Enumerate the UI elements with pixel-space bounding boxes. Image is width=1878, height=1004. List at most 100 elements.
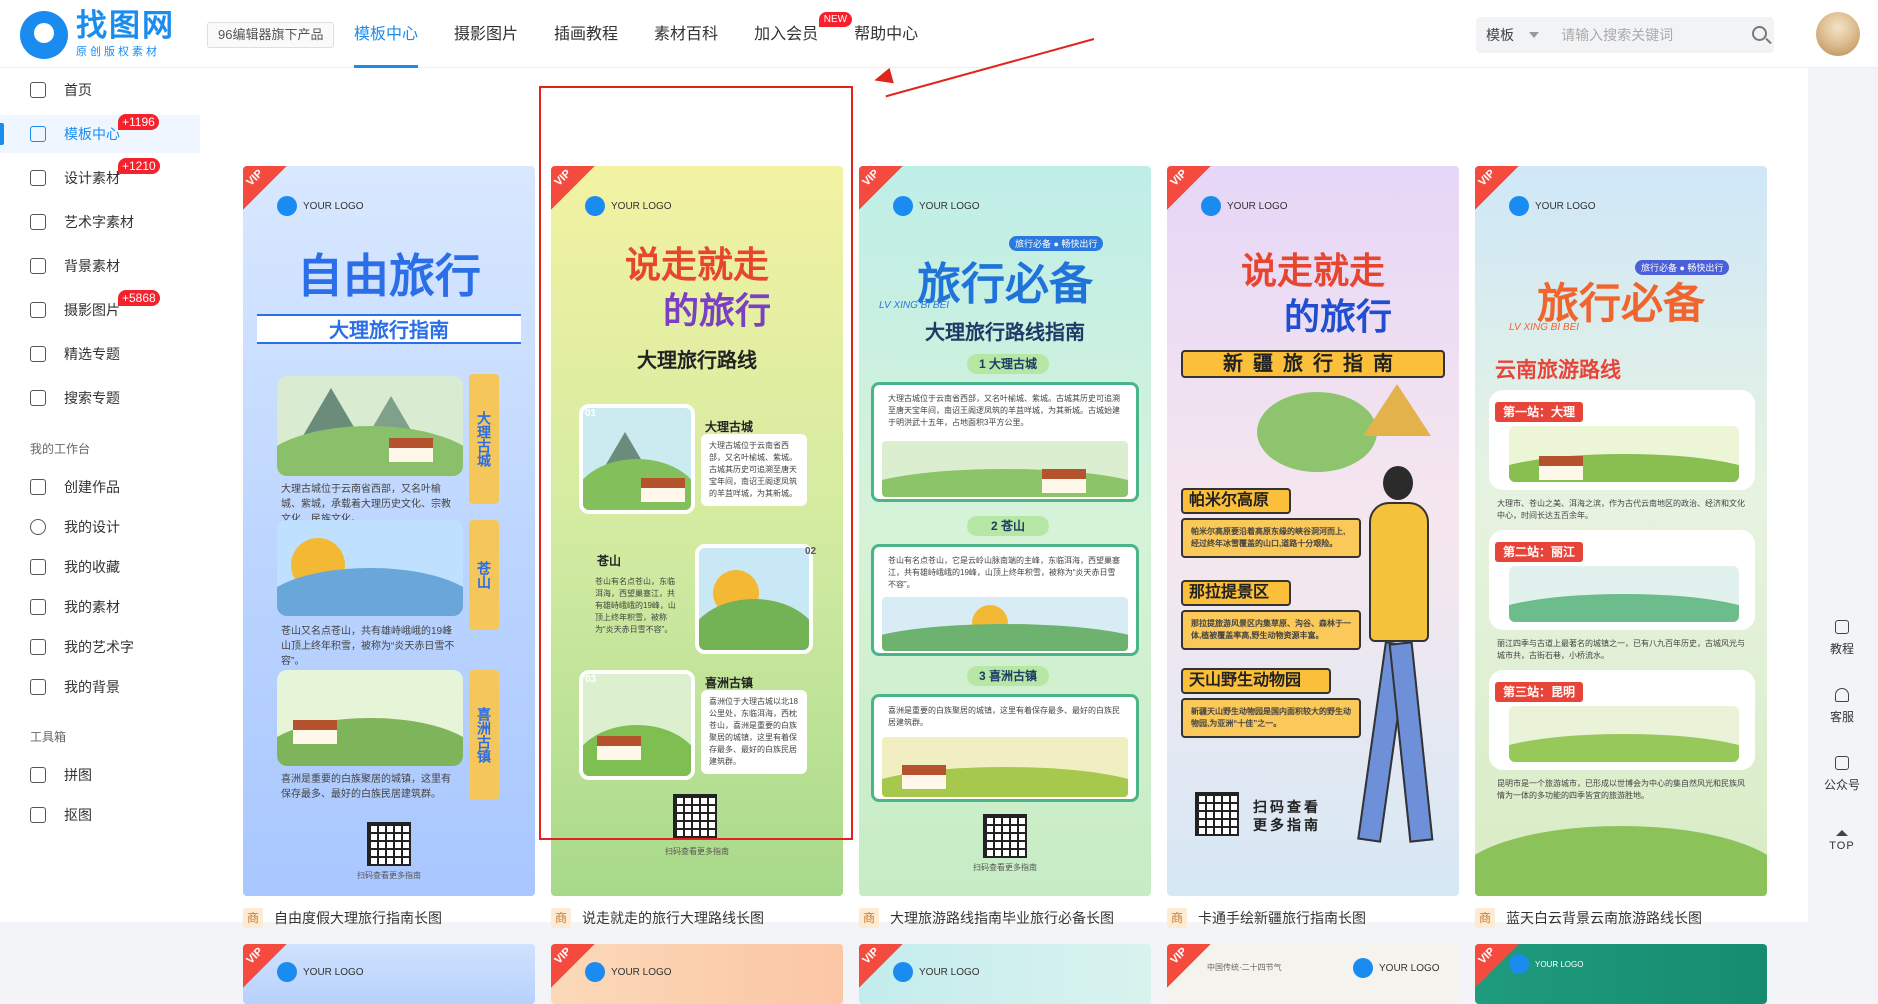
- poster-text: 喜洲是重要的白族聚居的城镇，这里有保存最多、最好的白族民居建筑群。: [281, 774, 451, 800]
- poster-section-title: 2 苍山: [967, 516, 1049, 536]
- tool-label: 公众号: [1823, 778, 1860, 792]
- customer-service-button[interactable]: 客服: [1822, 688, 1862, 725]
- sidebar-item-label: 背景素材: [64, 258, 120, 274]
- commercial-tag: 商: [1167, 908, 1187, 928]
- template-card[interactable]: VIP YOUR LOGO: [551, 944, 843, 1004]
- template-card[interactable]: VIP YOUR LOGO 说走就走 的旅行 新疆旅行指南 帕米尔高原 帕米尔高…: [1167, 166, 1459, 896]
- template-card-title[interactable]: 商蓝天白云背景云南旅游路线长图: [1475, 908, 1702, 928]
- sidebar-item-my-materials[interactable]: 我的素材: [0, 588, 200, 626]
- count-badge: +5868: [118, 290, 160, 306]
- landscape-image: [277, 520, 463, 616]
- search-bar: 模板: [1476, 17, 1774, 53]
- template-card[interactable]: VIP 中国传统·二十四节气 YOUR LOGO: [1167, 944, 1459, 1004]
- sidebar-item-my-favorites[interactable]: 我的收藏: [0, 548, 200, 586]
- sidebar-item-label: 我的收藏: [64, 559, 120, 575]
- main-nav: 模板中心 摄影图片 插画教程 素材百科 加入会员 NEW 帮助中心: [354, 0, 954, 68]
- poster-section-title: 天山野生动物园: [1181, 668, 1331, 694]
- sidebar-item-search-topic[interactable]: 搜索专题: [0, 379, 200, 417]
- poster-text: 新疆天山野生动物园是国内面积较大的野生动物园,为亚洲“十佳”之一。: [1181, 698, 1361, 738]
- sidebar-item-label: 设计素材: [64, 170, 120, 186]
- sidebar-item-create[interactable]: 创建作品: [0, 468, 200, 506]
- template-card-title[interactable]: 商卡通手绘新疆旅行指南长图: [1167, 908, 1366, 928]
- poster-section-title: 第一站：大理: [1495, 402, 1584, 422]
- nav-photos[interactable]: 摄影图片: [454, 0, 518, 68]
- sidebar-item-background[interactable]: 背景素材: [0, 247, 200, 285]
- tool-label: 教程: [1829, 642, 1854, 656]
- your-logo: YOUR LOGO: [277, 196, 364, 216]
- poster-panel: 喜洲是重要的白族聚居的城镇，这里有着保存最多、最好的白族民居建筑群。: [871, 694, 1139, 802]
- template-card[interactable]: VIP YOUR LOGO: [243, 944, 535, 1004]
- poster-text: 丽江四季与古道上最著名的城镇之一，已有八九百年历史，古城风光与城市共，古街石巷，…: [1497, 639, 1745, 660]
- chevron-down-icon: [1529, 32, 1540, 38]
- sidebar-item-featured-topic[interactable]: 精选专题: [0, 335, 200, 373]
- sidebar-item-my-art-text[interactable]: 我的艺术字: [0, 628, 200, 666]
- your-logo: YOUR LOGO: [585, 962, 672, 982]
- card-title-text: 卡通手绘新疆旅行指南长图: [1198, 910, 1366, 926]
- template-card[interactable]: VIP YOUR LOGO 旅行必备 ● 畅快出行 旅行必备 LV XING B…: [1475, 166, 1767, 896]
- tutorial-button[interactable]: 教程: [1822, 620, 1862, 657]
- nav-label: 摄影图片: [454, 26, 519, 43]
- sidebar-item-collage[interactable]: 拼图: [0, 756, 200, 794]
- template-card-title[interactable]: 商自由度假大理旅行指南长图: [243, 908, 442, 928]
- nav-join-member[interactable]: 加入会员 NEW: [754, 0, 853, 68]
- nav-template-center[interactable]: 模板中心: [354, 0, 419, 68]
- nav-label: 素材百科: [654, 26, 719, 43]
- template-grid: VIP YOUR LOGO 自由旅行 大理旅行指南 大理古城位于云南省西部，又名…: [200, 68, 1808, 1004]
- landscape-image: [1257, 392, 1377, 472]
- your-logo: YOUR LOGO: [277, 962, 364, 982]
- sidebar-item-template-center[interactable]: 模板中心 +1196: [0, 114, 200, 153]
- template-card[interactable]: VIP YOUR LOGO 自由旅行 大理旅行指南 大理古城位于云南省西部，又名…: [243, 166, 535, 896]
- poster-band: 云南旅游路线: [1495, 359, 1621, 382]
- poster-text: 帕米尔高原要沿着高原东缘的峡谷洞河而上,经过终年冰雪覆盖的山口,道路十分艰险。: [1181, 518, 1361, 558]
- template-card-title[interactable]: 商说走就走的旅行大理路线长图: [551, 908, 764, 928]
- sidebar-item-my-design[interactable]: 我的设计: [0, 508, 200, 546]
- your-logo: YOUR LOGO: [1353, 958, 1440, 978]
- sidebar-item-cutout[interactable]: 抠图: [0, 796, 200, 834]
- search-icon[interactable]: [1742, 17, 1774, 53]
- photo-icon: [30, 302, 46, 318]
- search-input[interactable]: [1551, 27, 1743, 43]
- template-card[interactable]: VIP YOUR LOGO: [859, 944, 1151, 1004]
- headset-icon: [1835, 688, 1849, 702]
- sidebar-item-label: 拼图: [64, 767, 92, 783]
- commercial-tag: 商: [859, 908, 879, 928]
- avatar[interactable]: [1816, 12, 1860, 56]
- sidebar-item-my-background[interactable]: 我的背景: [0, 668, 200, 706]
- qrcode-icon: [1835, 756, 1849, 770]
- collage-icon: [30, 767, 46, 783]
- poster-text: 苍山又名点苍山，共有雄峙峨峨的19峰山顶上终年积雪，被称为“炎天赤日雪不容”。: [281, 626, 455, 667]
- card-title-text: 蓝天白云背景云南旅游路线长图: [1506, 910, 1702, 926]
- nav-illustration-tutorials[interactable]: 插画教程: [554, 0, 618, 68]
- poster-panel: 苍山有名点苍山，它是云岭山脉南端的主峰，东临洱海，西望巢塞江，共有雄峙峨峨的19…: [871, 544, 1139, 656]
- sidebar-item-label: 抠图: [64, 807, 92, 823]
- sidebar-item-art-text[interactable]: 艺术字素材: [0, 203, 200, 241]
- sidebar-item-home[interactable]: 首页: [0, 71, 200, 109]
- template-card[interactable]: VIP YOUR LOGO 旅行必备 ● 畅快出行 旅行必备 LV XING B…: [859, 166, 1151, 896]
- sidebar-item-label: 摄影图片: [64, 302, 120, 318]
- hills-decoration: [1475, 826, 1767, 896]
- sidebar-item-label: 精选专题: [64, 346, 120, 362]
- nav-help-center[interactable]: 帮助中心: [854, 0, 918, 68]
- qrcode-icon: [367, 822, 411, 866]
- template-card[interactable]: VIP YOUR LOGO: [1475, 944, 1767, 1004]
- poster-section-title: 帕米尔高原: [1181, 488, 1291, 514]
- sidebar-item-photos[interactable]: 摄影图片 +5868: [0, 290, 200, 329]
- product-tag[interactable]: 96编辑器旗下产品: [207, 22, 335, 48]
- tools-section-title: 工具箱: [30, 730, 67, 744]
- landscape-image: [1509, 426, 1739, 482]
- site-logo[interactable]: 找图网 原创版权素材: [20, 10, 175, 59]
- search-type-select[interactable]: 模板: [1476, 25, 1551, 45]
- poster-panel: 第三站：昆明: [1489, 670, 1755, 770]
- back-to-top-button[interactable]: TOP: [1822, 830, 1862, 852]
- template-card-title[interactable]: 商大理旅游路线指南毕业旅行必备长图: [859, 908, 1114, 928]
- sidebar-item-design-material[interactable]: 设计素材 +1210: [0, 158, 200, 197]
- poster-panel: 第二站：丽江: [1489, 530, 1755, 630]
- poster-pinyin: LV XING BI BEI: [879, 300, 950, 311]
- nav-material-encyclopedia[interactable]: 素材百科: [654, 0, 718, 68]
- wechat-account-button[interactable]: 公众号: [1822, 756, 1862, 793]
- logo-name: 找图网: [76, 8, 175, 43]
- vip-badge: VIP: [1167, 944, 1211, 988]
- tent-icon: [1363, 384, 1431, 436]
- landscape-image: [1509, 706, 1739, 762]
- poster-side-label: 大理古城: [469, 374, 499, 504]
